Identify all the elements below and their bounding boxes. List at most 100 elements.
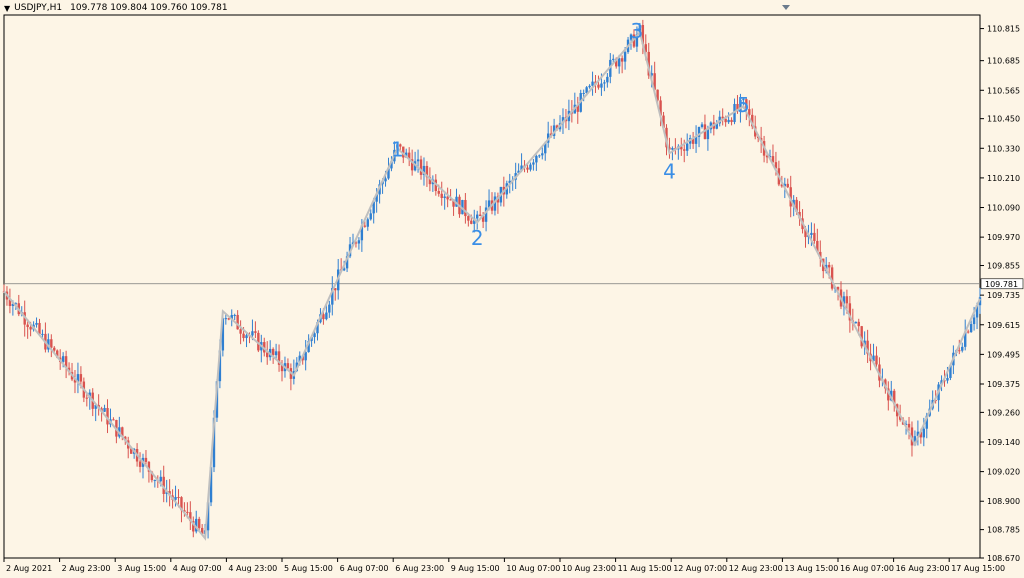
y-tick-label: 110.565 (987, 86, 1020, 95)
candle-body (946, 377, 949, 381)
x-tick-label: 13 Aug 15:00 (784, 564, 838, 573)
x-tick-label: 12 Aug 07:00 (673, 564, 727, 573)
x-tick-label: 6 Aug 07:00 (340, 564, 389, 573)
x-tick-label: 17 Aug 15:00 (951, 564, 1005, 573)
candle-body (958, 350, 961, 352)
candle-body (138, 461, 142, 467)
candle-body (600, 83, 603, 88)
candle-body (597, 84, 600, 88)
candle-body (730, 119, 733, 123)
candle-body (363, 225, 367, 227)
candle-body (112, 419, 115, 421)
candle-body (416, 159, 420, 162)
candle-body (85, 397, 89, 399)
wave-label-2: 2 (471, 226, 484, 250)
candle-body (271, 348, 275, 356)
candle-body (245, 335, 248, 339)
candle-body (35, 322, 38, 325)
candle-body (177, 496, 180, 498)
candle-body (53, 347, 56, 351)
x-tick-label: 10 Aug 07:00 (506, 564, 560, 573)
candle-body (242, 333, 245, 339)
x-tick-label: 4 Aug 23:00 (228, 564, 277, 573)
x-tick-label: 5 Aug 15:00 (284, 564, 333, 573)
candle-body (961, 346, 964, 351)
x-tick-label: 11 Aug 15:00 (618, 564, 672, 573)
y-tick-label: 108.785 (987, 526, 1020, 535)
candle-body (813, 232, 816, 241)
candle-body (529, 164, 532, 170)
x-tick-label: 9 Aug 15:00 (451, 564, 500, 573)
candle-body (671, 148, 674, 150)
y-tick-label: 108.670 (987, 554, 1020, 563)
zigzag-line (3, 30, 981, 541)
candle-body (286, 363, 290, 369)
price-chart[interactable]: 1 2 3 4 5 110.815 110.685 110.565 110.450 110.33… (0, 0, 1024, 578)
candle-body (623, 52, 627, 62)
wave-label-3: 3 (631, 19, 644, 43)
candle-body (966, 331, 970, 333)
candle-body (706, 129, 710, 140)
candle-body (419, 159, 423, 175)
current-price-tag-label: 109.781 (985, 280, 1018, 289)
candle-body (443, 196, 446, 198)
candle-body (254, 331, 257, 333)
candle-body (251, 331, 254, 336)
x-tick-label: 3 Aug 15:00 (117, 564, 166, 573)
chart-window[interactable]: ▼ USDJPY,H1 109.778 109.804 109.760 109.… (0, 0, 1024, 578)
y-tick-label: 110.815 (987, 25, 1020, 34)
candle-body (686, 143, 689, 151)
wave-label-1: 1 (391, 137, 404, 161)
candle-body (328, 304, 331, 313)
candle-body (440, 193, 443, 198)
y-tick-label: 109.495 (987, 350, 1020, 359)
candle-body (186, 511, 189, 513)
y-tick-label: 109.615 (987, 321, 1020, 330)
x-tick-label: 16 Aug 23:00 (896, 564, 950, 573)
candle-body (683, 149, 686, 151)
candle-body (907, 423, 911, 428)
candle-body (603, 82, 606, 84)
candle-body (857, 321, 860, 327)
candle-body (103, 407, 106, 412)
wave-label-5: 5 (737, 93, 750, 117)
x-tick-label: 10 Aug 23:00 (562, 564, 616, 573)
candle-body (875, 355, 878, 365)
candle-body (369, 213, 372, 220)
candle-body (972, 317, 976, 325)
candle-body (274, 351, 278, 356)
y-tick-label: 109.970 (987, 233, 1020, 242)
candle-body (786, 183, 789, 188)
candle-body (541, 153, 544, 156)
candle-body (582, 92, 585, 94)
candle-body (159, 476, 162, 482)
candle-body (535, 155, 538, 163)
candle-body (464, 200, 467, 217)
y-tick-label: 108.900 (987, 497, 1020, 506)
x-tick-label: 2 Aug 2021 (6, 564, 52, 573)
y-tick-label: 110.685 (987, 57, 1020, 66)
plot-border (3, 14, 981, 559)
candle-body (384, 178, 387, 182)
candle-body (470, 220, 473, 224)
y-tick-label: 110.210 (987, 174, 1020, 183)
candle-body (79, 374, 83, 382)
y-tick-label: 110.090 (987, 204, 1020, 213)
candle-body (153, 479, 157, 481)
candle-body (854, 321, 857, 324)
candle-body (532, 162, 535, 165)
candle-body (224, 318, 228, 320)
y-tick-label: 110.330 (987, 144, 1020, 153)
candle-body (325, 312, 328, 320)
candle-body (538, 155, 541, 157)
x-tick-label: 4 Aug 07:00 (173, 564, 222, 573)
candle-body (144, 457, 148, 462)
candle-body (476, 214, 479, 219)
y-tick-label: 109.855 (987, 262, 1020, 271)
chart-shift-marker-icon (782, 5, 790, 10)
candle-body (41, 333, 44, 335)
y-tick-label: 110.450 (987, 115, 1020, 124)
candle-body (61, 356, 65, 362)
x-tick-label: 16 Aug 07:00 (840, 564, 894, 573)
candle-body (50, 339, 53, 348)
